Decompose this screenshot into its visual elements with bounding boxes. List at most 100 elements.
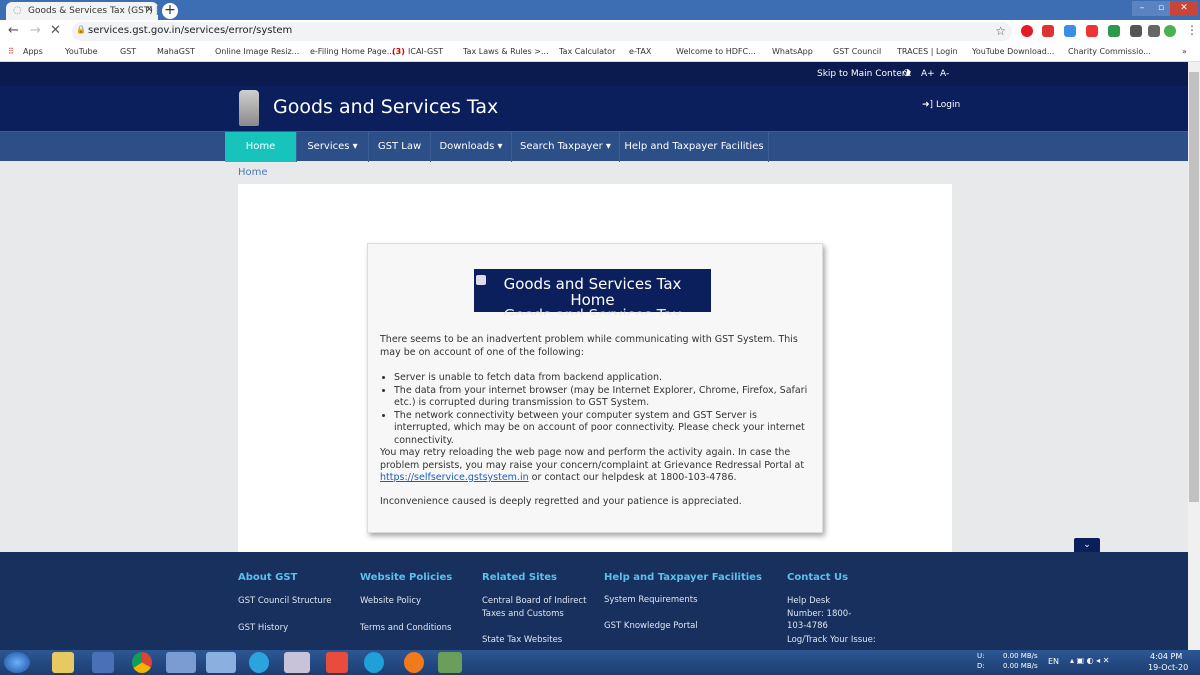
bookmark[interactable]: GST Council (833, 47, 881, 56)
forward-icon[interactable]: → (30, 23, 41, 38)
start-button[interactable] (4, 652, 30, 673)
bookmarks-bar: ⠿ Apps YouTube GST MahaGST Online Image … (0, 43, 1200, 62)
profile-avatar[interactable] (1164, 25, 1176, 37)
extension-icon[interactable] (1086, 25, 1098, 37)
bookmark[interactable]: Apps (23, 47, 43, 56)
list-item: Server is unable to fetch data from back… (394, 372, 810, 385)
download-extension-icon[interactable] (1064, 25, 1076, 37)
url-input[interactable]: 🔒 services.gst.gov.in/services/error/syst… (72, 22, 1012, 41)
emblem-logo (239, 90, 259, 126)
extension-icon[interactable] (1042, 25, 1054, 37)
broken-logo-image[interactable]: Goods and Services Tax Home Goods and Se… (474, 269, 711, 315)
login-link[interactable]: ➜] Login (922, 100, 960, 110)
maximize-button[interactable]: ▫ (1152, 1, 1170, 16)
scrollbar-thumb[interactable] (1189, 72, 1199, 502)
footer-link[interactable]: State Tax Websites (482, 634, 562, 647)
excel-icon[interactable] (438, 652, 462, 673)
error-reasons-list: Server is unable to fetch data from back… (394, 372, 810, 447)
bookmark[interactable]: Charity Commissio... (1068, 47, 1151, 56)
firefox-icon[interactable] (404, 652, 424, 673)
decrease-font-button[interactable]: A- (940, 69, 949, 79)
download-icon[interactable] (1130, 25, 1142, 37)
new-tab-button[interactable]: + (162, 3, 178, 19)
footer-link[interactable]: Log/Track Your Issue: (787, 634, 876, 647)
footer-link[interactable]: GST Council Structure (238, 595, 331, 608)
footer-heading: Help and Taxpayer Facilities (604, 572, 762, 583)
bookmark[interactable]: e-Filing Home Page... (310, 47, 394, 56)
bookmark[interactable]: Tax Calculator (559, 47, 615, 56)
logo-alt-text: Home (570, 291, 615, 309)
address-bar-row: ← → ✕ 🔒 services.gst.gov.in/services/erro… (0, 20, 1200, 43)
bookmark[interactable]: YouTube Download... (972, 47, 1054, 56)
footer-link[interactable]: Central Board of Indirect Taxes and Cust… (482, 595, 594, 620)
bookmark[interactable]: GST (120, 47, 136, 56)
file-explorer-icon[interactable] (52, 652, 74, 673)
chrome-active-icon[interactable] (206, 652, 236, 673)
telegram-icon[interactable] (249, 652, 269, 673)
back-icon[interactable]: ← (8, 23, 19, 38)
chrome-icon[interactable] (132, 652, 152, 673)
star-icon[interactable]: ☆ (995, 24, 1006, 38)
bookmark[interactable]: YouTube (65, 47, 98, 56)
bookmark[interactable]: Tax Laws & Rules >... (463, 47, 549, 56)
bookmark[interactable]: MahaGST (157, 47, 195, 56)
nav-services[interactable]: Services ▾ (297, 132, 369, 162)
login-icon: ➜] (922, 100, 934, 110)
breadcrumb-home[interactable]: Home (238, 167, 268, 178)
footer-link[interactable]: GST Knowledge Portal (604, 620, 698, 633)
nav-downloads[interactable]: Downloads ▾ (431, 132, 512, 162)
window-close-button[interactable]: ✕ (1170, 1, 1198, 16)
tray-icons[interactable]: ▴ ▣ ◐ ◂ ✕ (1070, 656, 1109, 665)
anydesk-icon[interactable] (326, 652, 348, 673)
extensions-puzzle-icon[interactable] (1148, 25, 1160, 37)
bookmark[interactable]: ICAI-GST (408, 47, 443, 56)
menu-icon[interactable]: ⋮ (1186, 23, 1198, 37)
apps-grid-icon: ⠿ (8, 47, 14, 56)
bookmark[interactable]: e-TAX (629, 47, 651, 56)
clock-date[interactable]: 19-Oct-20 (1148, 663, 1188, 672)
footer-link[interactable]: Terms and Conditions (360, 622, 451, 635)
app-icon[interactable] (284, 652, 310, 673)
stop-icon[interactable]: ✕ (50, 23, 61, 38)
clock-time[interactable]: 4:04 PM (1150, 652, 1182, 661)
edge-icon[interactable] (364, 652, 384, 673)
android-extension-icon[interactable] (1108, 25, 1120, 37)
grievance-portal-link[interactable]: https://selfservice.gstsystem.in (380, 472, 529, 483)
footer-link[interactable]: System Requirements (604, 594, 698, 607)
increase-font-button[interactable]: A+ (921, 69, 935, 79)
broken-image-icon (476, 275, 486, 285)
accessibility-bar: Skip to Main Content ◑ A+ A- (0, 62, 1188, 86)
nav-gst-law[interactable]: GST Law (369, 132, 431, 162)
browser-tab[interactable]: ◌ Goods & Services Tax (GST) | Sys✕ (6, 2, 158, 20)
nav-home[interactable]: Home (225, 132, 297, 162)
footer-heading: Contact Us (787, 572, 849, 583)
net-upload-value: 0.00 MB/s (1003, 652, 1038, 660)
bookmark[interactable]: Welcome to HDFC... (676, 47, 756, 56)
logo-alt-text: Goods and Services Tax (503, 275, 682, 293)
footer-link[interactable]: GST History (238, 622, 288, 635)
nav-search-taxpayer[interactable]: Search Taxpayer ▾ (512, 132, 620, 162)
close-tab-icon[interactable]: ✕ (145, 5, 153, 15)
opera-extension-icon[interactable] (1021, 25, 1033, 37)
bookmark[interactable]: TRACES | Login (897, 47, 958, 56)
footer-link[interactable]: Website Policy (360, 595, 421, 608)
site-title[interactable]: Goods and Services Tax (273, 96, 498, 118)
sticky-notes-icon[interactable] (166, 652, 196, 673)
computer-icon[interactable] (92, 652, 114, 673)
retry-text: You may retry reloading the web page now… (380, 447, 805, 483)
minimize-button[interactable]: – (1132, 1, 1152, 16)
list-item: The data from your internet browser (may… (394, 385, 810, 410)
more-bookmarks[interactable]: » (1182, 47, 1187, 56)
bookmark[interactable]: WhatsApp (772, 47, 813, 56)
logo-alt-text: Goods and Services Tax (474, 307, 711, 315)
bookmark[interactable]: Online Image Resiz... (215, 47, 299, 56)
language-indicator[interactable]: EN (1048, 657, 1059, 666)
contrast-icon[interactable]: ◑ (903, 68, 911, 78)
net-download-value: 0.00 MB/s (1003, 662, 1038, 670)
nav-help-taxpayer-facilities[interactable]: Help and Taxpayer Facilities (620, 132, 769, 162)
error-intro: There seems to be an inadvertent problem… (380, 334, 798, 358)
url-text: services.gst.gov.in/services/error/syste… (88, 25, 293, 36)
scroll-down-chevron-icon[interactable]: ⌄ (1074, 538, 1100, 553)
page-scrollbar[interactable] (1188, 62, 1200, 650)
skip-to-main-link[interactable]: Skip to Main Content (817, 69, 911, 79)
